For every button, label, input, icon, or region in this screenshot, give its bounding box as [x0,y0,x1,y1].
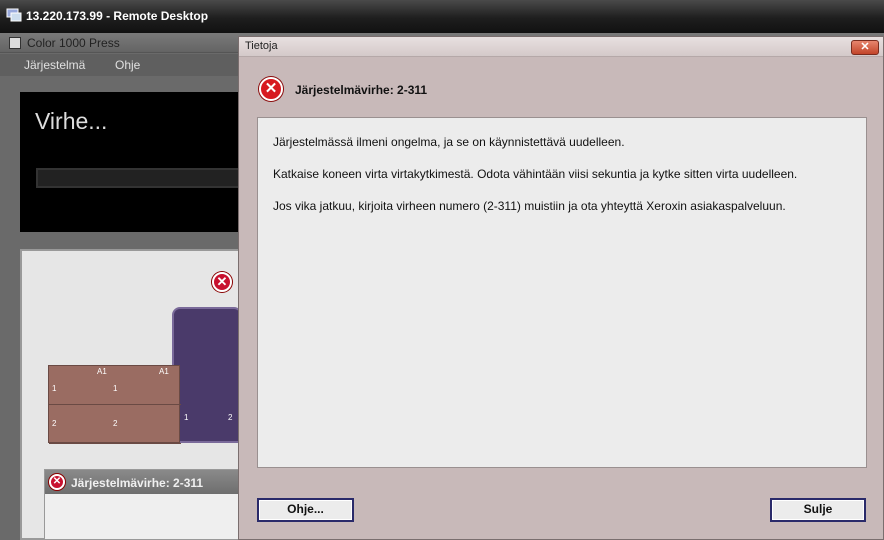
app-window-icon [9,37,21,49]
help-button[interactable]: Ohje... [257,498,354,522]
dialog-title: Tietoja [245,40,278,52]
message-line: Katkaise koneen virta virtakytkimestä. O… [273,167,798,181]
tray-label: 2 [113,419,118,428]
tray-label: 1 [52,384,57,393]
info-dialog: Tietoja ✕ ✕ Järjestelmävirhe: 2-311 Järj… [238,36,884,540]
menu-item-jarjestelma[interactable]: Järjestelmä [24,58,85,72]
error-icon: ✕ [49,474,65,490]
machine-error-icon[interactable]: ✕ [212,272,232,292]
tray-row-upper: 1 1 A1 A1 [49,366,181,405]
background-error-titlebar: ✕ Järjestelmävirhe: 2-311 [45,470,245,494]
error-icon: ✕ [259,77,283,101]
message-line: Järjestelmässä ilmeni ongelma, ja se on … [273,135,625,149]
dialog-titlebar: Tietoja ✕ [239,37,883,57]
tower-label-1: 1 [184,413,189,422]
app-title: Color 1000 Press [27,36,120,50]
message-line: Jos vika jatkuu, kirjoita virheen numero… [273,199,786,213]
tray-tag: A1 [159,367,169,376]
remote-desktop-titlebar: 13.220.173.99 - Remote Desktop [0,0,884,33]
error-message-box: Järjestelmässä ilmeni ongelma, ja se on … [257,117,867,468]
printer-tower[interactable]: 1 2 [172,307,242,443]
remote-desktop-title: 13.220.173.99 - Remote Desktop [26,9,209,23]
menu-item-ohje[interactable]: Ohje [115,58,140,72]
close-button[interactable]: Sulje [770,498,866,522]
background-error-title: Järjestelmävirhe: 2-311 [71,476,204,490]
tray-tag: A1 [97,367,107,376]
background-error-dialog: ✕ Järjestelmävirhe: 2-311 [44,469,245,540]
close-icon[interactable]: ✕ [851,40,879,55]
error-heading: Järjestelmävirhe: 2-311 [295,83,428,97]
paper-trays[interactable]: 1 1 A1 A1 2 2 [48,365,181,444]
progress-bar [36,168,260,188]
status-banner: Virhe... [20,92,260,232]
status-banner-text: Virhe... [35,108,108,134]
tray-row-lower: 2 2 [49,405,181,444]
tower-label-2: 2 [228,413,233,422]
tray-label: 2 [52,419,57,428]
remote-desktop-icon [6,8,22,22]
tray-label: 1 [113,384,118,393]
